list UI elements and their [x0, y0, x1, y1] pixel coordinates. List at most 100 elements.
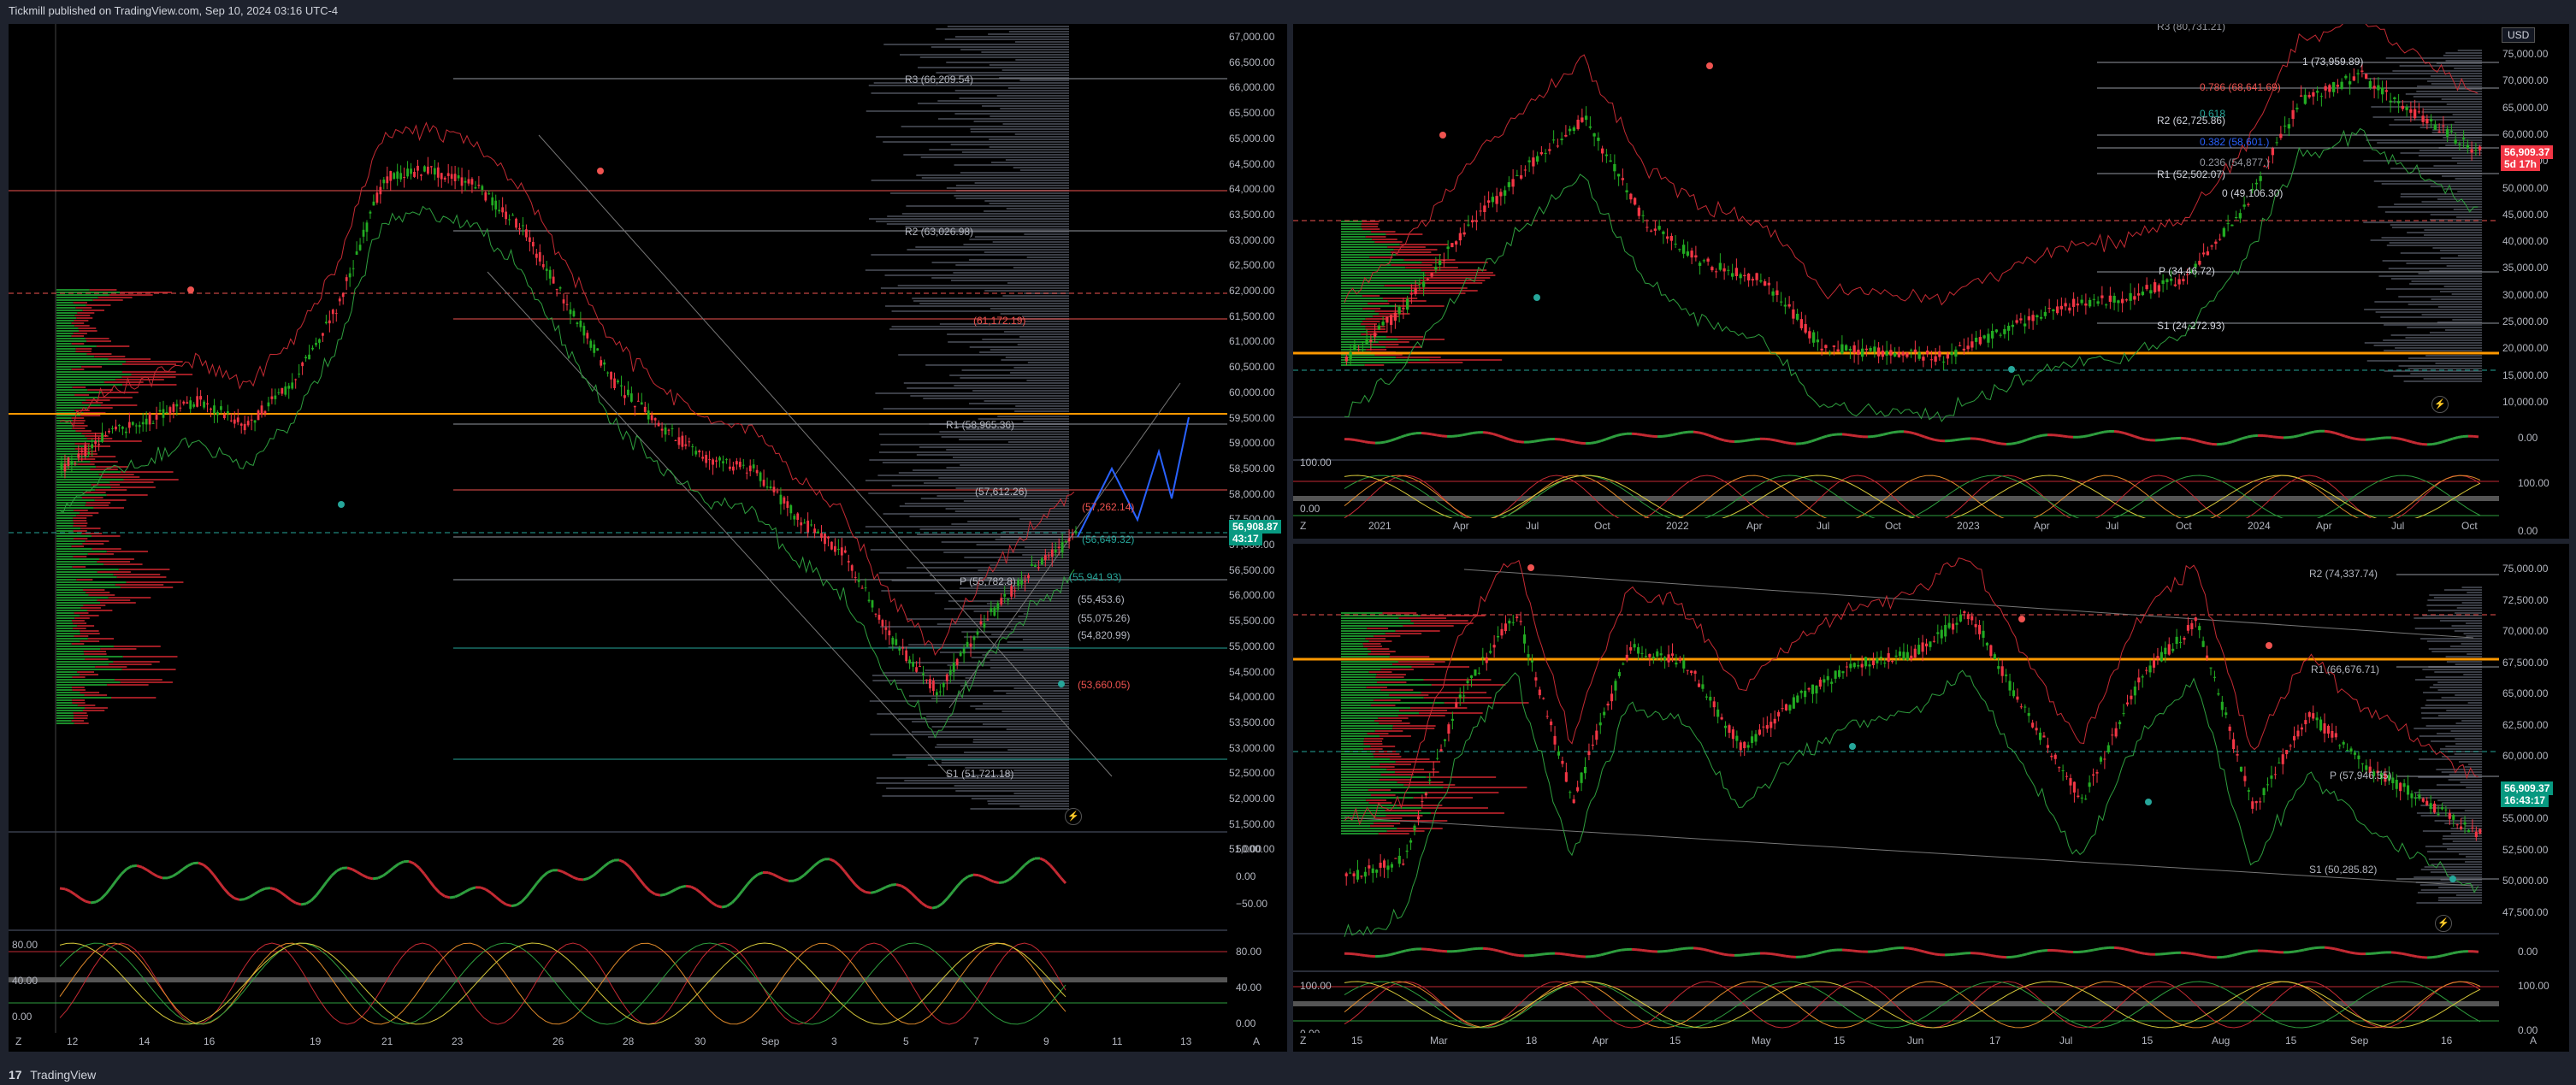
tr-momentum-line — [1441, 434, 1448, 438]
br-volume-profile-bar-green — [1341, 684, 1432, 686]
br-indicator-gear-icon[interactable]: ⚡ — [2435, 915, 2452, 932]
br-candle — [2103, 758, 2106, 760]
tr-momentum-line — [1918, 433, 1925, 439]
left-momentum-line — [131, 864, 138, 868]
br-candle — [2312, 713, 2315, 719]
left-chart-canvas[interactable] — [9, 24, 1227, 1052]
left-candle — [827, 536, 830, 539]
br-momentum-line — [1903, 946, 1910, 950]
br-candle — [2266, 784, 2270, 786]
left-grey-volume-profile-bar — [931, 277, 1069, 279]
tr-volume-profile-bar-red — [1361, 226, 1379, 227]
br-candle — [2145, 669, 2148, 671]
left-volume-profile-bar-green — [56, 558, 100, 560]
tr-momentum-line — [1641, 433, 1648, 437]
tr-candle — [1344, 356, 1349, 362]
left-volume-profile-bar-green — [56, 392, 102, 393]
tr-level-label: S1 (24,272.93) — [2157, 320, 2225, 332]
left-chart-panel[interactable]: R3 (66,209.54) R2 (63,026.98) (61,172.19) R… — [9, 24, 1227, 1052]
br-grey-volume-profile-bar — [2454, 753, 2482, 755]
left-grey-volume-profile-bar — [1013, 367, 1069, 369]
br-candle — [1993, 654, 1996, 659]
br-candle — [1682, 660, 1686, 669]
tr-momentum-line — [1359, 439, 1366, 444]
br-countdown-tag: 16:43:17 — [2501, 793, 2549, 807]
br-candle — [1458, 694, 1462, 699]
br-osc-axis-label: 0.00 — [2518, 946, 2538, 958]
left-volume-profile-bar-green — [56, 630, 80, 632]
br-time-axis-label: Apr — [1592, 1035, 1609, 1047]
left-stoch-axis-left: 80.00 40.00 0.00 — [12, 939, 55, 1058]
left-volume-profile-bar-green — [56, 492, 84, 493]
tr-momentum-line — [1821, 434, 1828, 439]
left-candle — [358, 245, 362, 251]
tr-momentum-line — [1364, 440, 1371, 445]
left-volume-profile-bar-red — [84, 707, 108, 709]
left-momentum-line — [670, 887, 676, 893]
left-grey-volume-profile-bar — [1014, 410, 1069, 412]
br-candle — [2402, 783, 2406, 787]
br-momentum-line — [1872, 949, 1879, 953]
br-volume-profile-bar-green — [1341, 653, 1368, 655]
left-momentum-line — [643, 885, 652, 893]
br-candle — [2455, 824, 2459, 826]
br-time-axis[interactable]: 15 Mar 18 Apr 15 May 15 Jun 17 Jul 15 Aug 15 Sep 16 Z A — [1293, 1033, 2537, 1052]
br-candle — [2224, 712, 2228, 716]
tr-momentum-line — [1672, 432, 1679, 436]
tr-candle — [2279, 133, 2283, 139]
top-right-chart-canvas[interactable] — [1293, 24, 2499, 539]
left-volume-profile-bar-green — [56, 299, 93, 301]
tr-candle — [1994, 329, 1999, 333]
br-momentum-line — [2442, 952, 2449, 958]
top-right-price-axis[interactable]: 75,000.0070,000.0065,000.0060,000.0055,0… — [2499, 24, 2569, 539]
left-price-axis-label: 54,000.00 — [1229, 691, 1275, 704]
tr-candle — [2157, 285, 2161, 292]
top-right-chart-panel[interactable]: R3 (80,731.21) 1 (73,959.89) 0.786 (68,641… — [1293, 24, 2499, 539]
left-candle — [735, 461, 738, 465]
br-candle — [2069, 778, 2072, 786]
left-grey-volume-profile-bar — [948, 341, 1069, 343]
br-candle — [1940, 629, 1943, 639]
left-grey-volume-profile-bar — [918, 103, 1069, 104]
tr-candle — [1759, 280, 1763, 282]
left-time-axis[interactable]: 12 14 16 19 21 23 26 28 30 Sep 3 5 7 9 11 13 Z A — [9, 1033, 1260, 1052]
left-volume-profile-bar-green — [56, 579, 77, 581]
left-candle — [772, 486, 776, 492]
br-momentum-line — [1723, 952, 1730, 957]
left-candle — [457, 175, 460, 179]
br-volume-profile-bar-red — [1431, 812, 1504, 814]
br-grey-volume-profile-bar — [2427, 599, 2482, 601]
br-candle — [1504, 623, 1507, 632]
left-candle — [429, 166, 433, 168]
left-momentum-line — [777, 876, 784, 881]
br-volume-profile-bar-green — [1341, 635, 1374, 637]
bottom-right-chart-panel[interactable]: R2 (74,337.74) R1 (66,676.71) P (57,946.55… — [1293, 544, 2499, 1052]
br-grey-volume-profile-bar — [2466, 622, 2482, 624]
bottom-right-chart-canvas[interactable] — [1293, 544, 2499, 1052]
tr-candle — [1621, 178, 1625, 180]
tr-grey-volume-profile-bar — [2409, 283, 2482, 285]
left-price-axis-label: 61,000.00 — [1229, 335, 1275, 348]
left-volume-profile-bar-red — [71, 643, 85, 645]
tr-candle — [1568, 128, 1572, 132]
left-indicator-gear-icon[interactable]: ⚡ — [1065, 808, 1082, 825]
left-grey-volume-profile-bar — [889, 328, 1069, 330]
tr-candle — [1958, 345, 1962, 346]
currency-button[interactable]: USD — [2502, 27, 2536, 43]
tr-candle — [1824, 345, 1828, 349]
left-candle — [246, 421, 250, 426]
tr-time-axis[interactable]: 2021 Apr Jul Oct 2022 Apr Jul Oct 2023 Apr Jul Oct 2… — [1293, 518, 2499, 537]
tr-grey-volume-profile-bar — [2456, 216, 2482, 218]
br-momentum-line — [1908, 946, 1915, 951]
br-volume-profile-bar-red — [1365, 638, 1386, 640]
tr-indicator-gear-icon[interactable]: ⚡ — [2431, 396, 2449, 413]
tr-candle — [1889, 350, 1893, 356]
br-candle — [1591, 744, 1594, 746]
tr-candle — [2100, 295, 2104, 298]
left-candle — [636, 400, 640, 402]
tr-candle — [1686, 251, 1690, 257]
tr-momentum-line — [2298, 433, 2305, 438]
br-volume-profile-bar-red — [1427, 792, 1499, 793]
left-momentum-line — [136, 864, 143, 869]
tr-grey-volume-profile-bar — [2419, 127, 2482, 128]
